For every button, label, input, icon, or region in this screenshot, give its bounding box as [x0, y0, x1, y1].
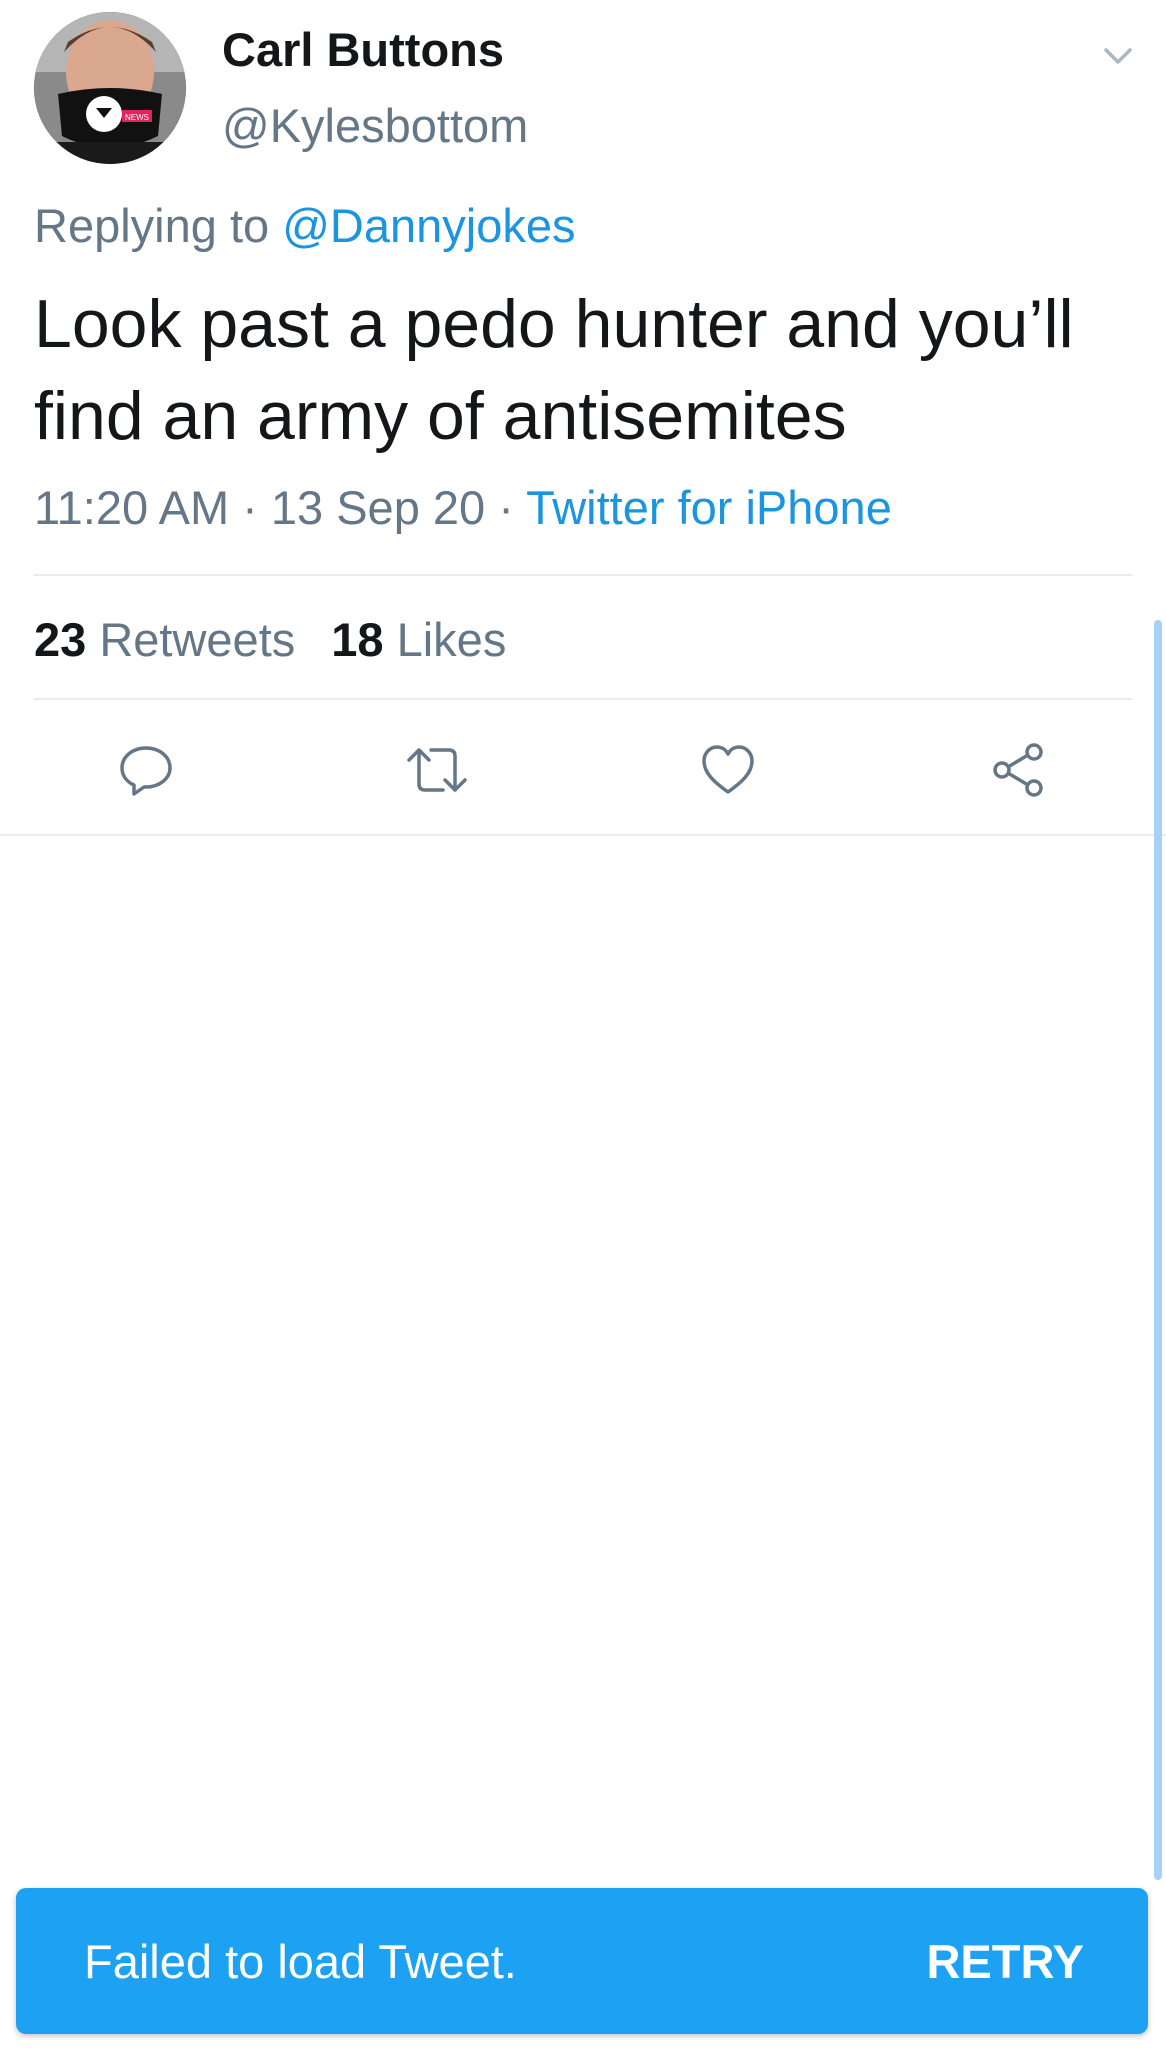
divider — [34, 698, 1132, 700]
tweet-meta: 11:20 AM · 13 Sep 20 · Twitter for iPhon… — [34, 480, 892, 535]
likes-label: Likes — [383, 613, 507, 666]
avatar-image: NEWS — [34, 12, 186, 164]
like-icon — [702, 745, 754, 794]
error-toast: Failed to load Tweet. RETRY — [16, 1888, 1148, 2034]
scrollbar[interactable] — [1154, 620, 1162, 1880]
like-button[interactable] — [688, 730, 768, 810]
toast-message: Failed to load Tweet. — [84, 1935, 517, 1988]
reply-icon — [120, 746, 172, 796]
user-handle[interactable]: @Kylesbottom — [222, 98, 528, 153]
retweets-count: 23 — [34, 613, 87, 666]
tweet-date: 13 Sep 20 — [270, 481, 486, 534]
likes-stat[interactable]: 18 Likes — [331, 612, 506, 667]
share-button[interactable] — [978, 730, 1058, 810]
retweets-stat[interactable]: 23 Retweets — [34, 612, 295, 667]
reply-mention-link[interactable]: @Dannyjokes — [282, 199, 575, 252]
chevron-down-icon[interactable] — [1096, 34, 1140, 78]
tweet-time: 11:20 AM — [34, 481, 230, 534]
tweet-actions — [0, 730, 1166, 810]
retry-button[interactable]: RETRY — [926, 1934, 1084, 1989]
avatar-badge-text: NEWS — [125, 113, 149, 122]
retweet-button[interactable] — [397, 730, 477, 810]
replying-to-label: Replying to — [34, 199, 283, 252]
divider — [0, 834, 1166, 836]
divider — [34, 574, 1132, 576]
tweet-stats: 23 Retweets 18 Likes — [34, 612, 506, 667]
likes-count: 18 — [331, 613, 384, 666]
share-icon — [993, 743, 1043, 797]
retweets-label: Retweets — [86, 613, 296, 666]
replying-to: Replying to @Dannyjokes — [34, 198, 576, 253]
meta-separator: · — [229, 481, 271, 534]
tweet-source-link[interactable]: Twitter for iPhone — [526, 481, 892, 534]
tweet-text: Look past a pedo hunter and you’ll find … — [34, 286, 1074, 454]
reply-button[interactable] — [106, 730, 186, 810]
retweet-icon — [407, 748, 467, 792]
avatar[interactable]: NEWS — [34, 12, 186, 164]
meta-separator: · — [485, 481, 527, 534]
display-name[interactable]: Carl Buttons — [222, 22, 504, 77]
